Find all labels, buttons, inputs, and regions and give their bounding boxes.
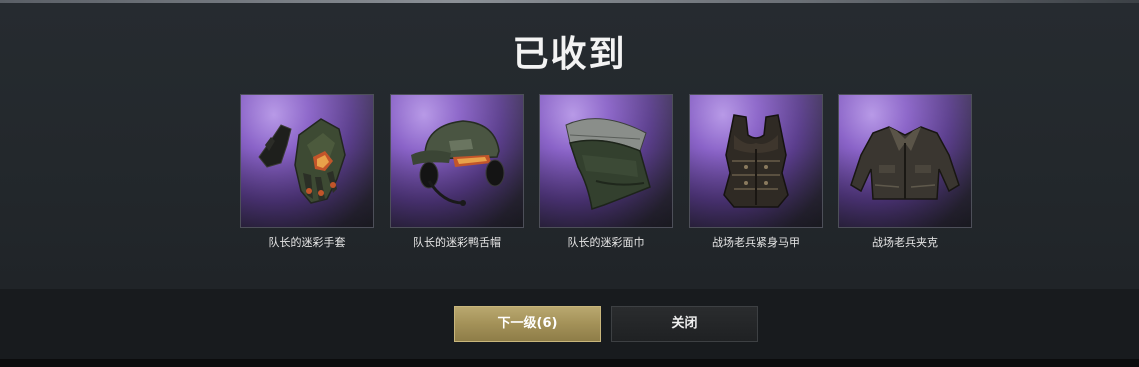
item-card[interactable] — [838, 94, 972, 228]
item-name: 战场老兵紧身马甲 — [712, 236, 800, 249]
item-name: 队长的迷彩面巾 — [567, 236, 645, 249]
item-card[interactable] — [539, 94, 673, 228]
dialog-title: 已收到 — [512, 34, 627, 75]
bottom-border — [0, 359, 1139, 367]
jacket-icon — [850, 126, 960, 200]
cap-headset-icon — [411, 120, 505, 206]
close-button[interactable]: 关闭 — [611, 306, 758, 342]
reward-item[interactable]: 队长的迷彩手套 — [240, 94, 374, 250]
item-card[interactable] — [240, 94, 374, 228]
reward-item[interactable]: 队长的迷彩面巾 — [539, 94, 673, 250]
vest-icon — [723, 114, 789, 208]
reward-item[interactable]: 战场老兵夹克 — [838, 94, 972, 250]
item-name: 队长的迷彩手套 — [268, 236, 346, 249]
gloves-icon — [258, 118, 346, 204]
item-card[interactable] — [390, 94, 524, 228]
item-card[interactable] — [689, 94, 823, 228]
next-level-button[interactable]: 下一级(6) — [454, 306, 601, 342]
reward-dialog: 已收到 队长的迷彩手套 队长的迷彩鸭舌帽 队长的迷彩面巾 战场老兵紧身马甲 战场… — [0, 0, 1139, 367]
reward-item[interactable]: 战场老兵紧身马甲 — [689, 94, 823, 250]
reward-items-row: 队长的迷彩手套 队长的迷彩鸭舌帽 队长的迷彩面巾 战场老兵紧身马甲 战场老兵夹克 — [240, 94, 972, 254]
face-mask-icon — [565, 118, 651, 210]
item-name: 战场老兵夹克 — [872, 236, 938, 249]
reward-item[interactable]: 队长的迷彩鸭舌帽 — [390, 94, 524, 250]
item-name: 队长的迷彩鸭舌帽 — [413, 236, 501, 249]
dialog-footer: 下一级(6) 关闭 — [0, 289, 1139, 359]
